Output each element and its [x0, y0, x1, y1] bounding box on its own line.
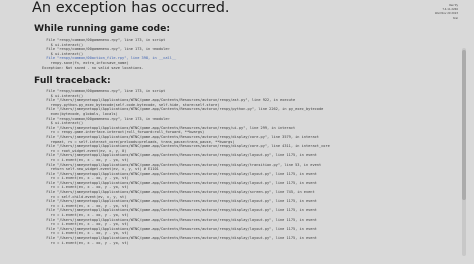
version-line: tirel: [452, 16, 458, 20]
exception-message: Exception: Not saved - no valid save loc…: [42, 65, 144, 70]
full-traceback-heading: Full traceback:: [34, 75, 111, 86]
vertical-scrollbar[interactable]: [462, 48, 466, 256]
while-running-block: File "renpy/common/00gamemenu.rpy", line…: [42, 38, 442, 70]
version-info: Ren'Py 7.4.11.2266 Wed Nov 29 2023 tirel: [435, 4, 458, 21]
scrollbar-thumb[interactable]: [462, 50, 466, 200]
while-running-heading: While running game code:: [34, 23, 171, 34]
full-traceback-block: File "renpy/common/00gamemenu.rpy", line…: [42, 89, 442, 245]
traceback-line: rv = i.event(ev, x - xo, y - yo, st): [42, 240, 129, 245]
version-line: Wed Nov 29 2023: [434, 12, 458, 16]
exception-title: An exception has occurred.: [32, 0, 230, 16]
